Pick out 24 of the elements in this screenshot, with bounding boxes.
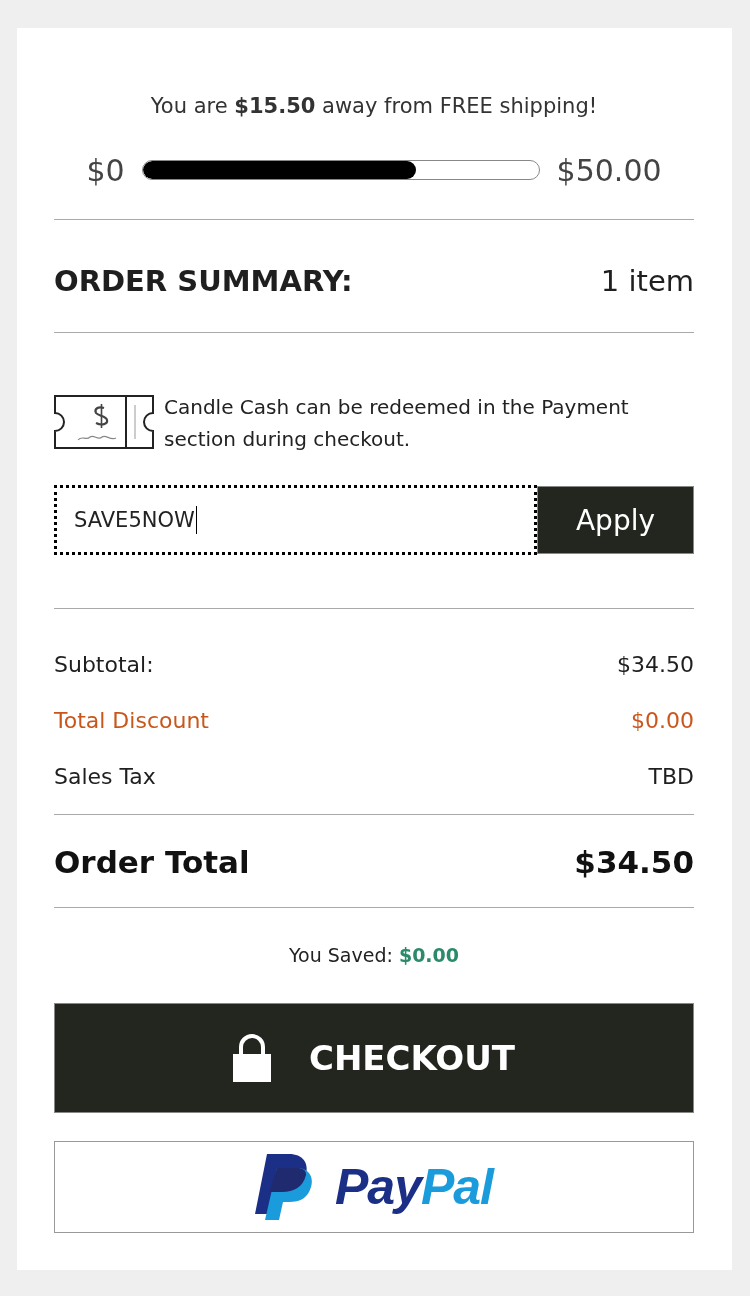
total-row-label: Sales Tax <box>54 763 156 791</box>
progress-min-label: $0 <box>86 152 125 188</box>
paypal-button[interactable]: PayPal <box>54 1141 694 1233</box>
savings-amount: $0.00 <box>398 944 459 966</box>
total-row-label: Total Discount <box>54 707 209 735</box>
savings-label: You Saved: <box>288 944 393 966</box>
order-total-label: Order Total <box>54 843 250 882</box>
progress-max-label: $50.00 <box>556 152 662 188</box>
apply-button[interactable]: Apply <box>537 486 694 554</box>
ticket-icon <box>54 395 154 449</box>
paypal-wordmark: PayPal <box>335 1162 493 1212</box>
lock-icon <box>232 1034 271 1082</box>
order-total-value: $34.50 <box>574 843 694 882</box>
order-summary-title: ORDER SUMMARY: <box>54 263 353 300</box>
total-row-value: TBD <box>648 763 694 791</box>
free-shipping-message: You are $15.50 away from FREE shipping! <box>149 93 599 120</box>
p-monogram-icon <box>255 1154 313 1220</box>
candle-cash-note: Candle Cash can be redeemed in the Payment section during checkout. <box>164 394 630 453</box>
item-count: 1 item <box>600 263 694 300</box>
total-row-value: $0.00 <box>631 707 694 735</box>
checkout-button[interactable]: CHECKOUT <box>54 1003 694 1113</box>
total-row-label: Subtotal: <box>54 651 154 679</box>
text-cursor-icon <box>195 506 197 534</box>
total-row-value: $34.50 <box>617 651 694 679</box>
